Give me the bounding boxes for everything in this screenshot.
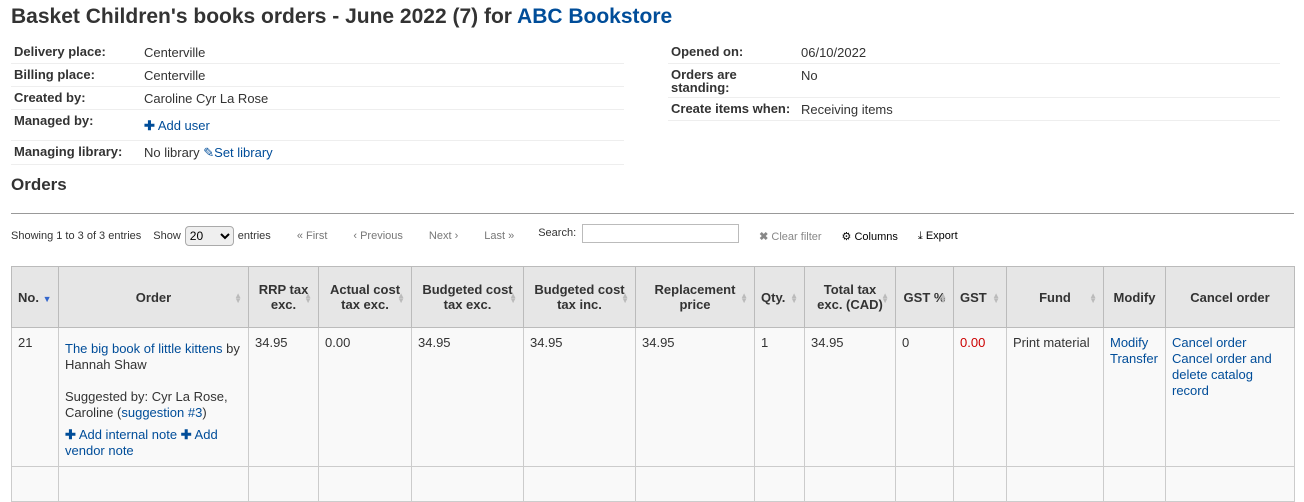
- next-page-button[interactable]: Next ›: [429, 230, 458, 242]
- col-no[interactable]: No. ▼: [11, 266, 59, 328]
- search-input[interactable]: [582, 223, 740, 243]
- show-label: Show: [153, 230, 181, 242]
- title-link[interactable]: The big book of little kittens: [65, 341, 223, 356]
- col-rrp[interactable]: RRP tax exc. ▲ ▼: [248, 266, 319, 328]
- download-icon: ⤓: [917, 229, 923, 242]
- gst-percent: 0: [895, 327, 954, 467]
- sort-icon: ▲ ▼: [509, 291, 517, 305]
- columns-button[interactable]: ⚙ Columns: [842, 230, 898, 243]
- col-replacement[interactable]: Replacement price ▲ ▼: [635, 266, 755, 328]
- sort-icon: ▲ ▼: [939, 291, 947, 305]
- last-page-button[interactable]: Last »: [484, 230, 514, 242]
- sort-icon: ▲ ▼: [740, 291, 748, 305]
- orders-heading: Orders: [11, 175, 67, 194]
- modify-cell: Modify Transfer: [1103, 327, 1166, 467]
- page-length-select[interactable]: 20: [184, 226, 234, 246]
- label: Opened on:: [668, 41, 798, 64]
- gst: 0.00: [953, 327, 1007, 467]
- quantity: 1: [754, 327, 805, 467]
- search-label: Search:: [538, 227, 577, 239]
- plus-icon: ✚: [65, 427, 76, 442]
- rrp: 34.95: [248, 327, 319, 467]
- managing-library: No library: [144, 145, 200, 160]
- modify-link[interactable]: Modify: [1110, 335, 1148, 350]
- order-no: 21: [11, 327, 59, 467]
- add-internal-note-link[interactable]: ✚ Add internal note: [65, 427, 177, 442]
- sort-icon: ▲ ▼: [304, 291, 312, 305]
- create-items-when: Receiving items: [798, 97, 1280, 121]
- label: Billing place:: [11, 63, 141, 87]
- pencil-icon: ✎: [203, 145, 215, 160]
- cancel-order-link[interactable]: Cancel order: [1172, 335, 1246, 350]
- sort-icon: ▲ ▼: [881, 291, 889, 305]
- vendor-link[interactable]: ABC Bookstore: [517, 5, 672, 28]
- budgeted-exc: 34.95: [411, 327, 524, 467]
- sort-icon: ▲ ▼: [397, 291, 405, 305]
- table-row: [11, 466, 1295, 502]
- gear-icon: ⚙: [841, 230, 852, 243]
- basket-info-right: Opened on: 06/10/2022 Orders are standing…: [668, 41, 1280, 121]
- col-qty[interactable]: Qty. ▲ ▼: [754, 266, 805, 328]
- first-page-button[interactable]: « First: [297, 230, 328, 242]
- col-gst-pct[interactable]: GST % ▲ ▼: [895, 266, 954, 328]
- add-user-link[interactable]: ✚ Add user: [144, 118, 210, 133]
- sort-icon: ▲ ▼: [621, 291, 629, 305]
- label: Managing library:: [11, 140, 141, 165]
- col-actual-cost[interactable]: Actual cost tax exc. ▲ ▼: [318, 266, 412, 328]
- sort-icon: ▲ ▼: [1089, 291, 1097, 305]
- col-budgeted-exc[interactable]: Budgeted cost tax exc. ▲ ▼: [411, 266, 524, 328]
- label: Delivery place:: [11, 41, 141, 64]
- order-cell: The big book of little kittens by Hannah…: [58, 327, 249, 467]
- col-total[interactable]: Total tax exc. (CAD) ▲ ▼: [804, 266, 896, 328]
- basket-info-left: Delivery place: Centerville Billing place…: [11, 41, 624, 165]
- sort-icon: ▲ ▼: [234, 291, 242, 305]
- opened-on: 06/10/2022: [798, 41, 1280, 64]
- col-order[interactable]: Order ▲ ▼: [58, 266, 249, 328]
- cancel-cell: Cancel order Cancel order and delete cata…: [1165, 327, 1295, 467]
- suggestion-link[interactable]: suggestion #3: [121, 405, 202, 420]
- x-icon: ✖: [759, 230, 769, 243]
- created-by: Caroline Cyr La Rose: [141, 86, 624, 110]
- export-button[interactable]: ⤓ Export: [918, 230, 958, 243]
- plus-icon: ✚: [144, 118, 155, 133]
- table-row: 21 The big book of little kittens by Han…: [11, 327, 1295, 467]
- entries-label: entries: [237, 230, 271, 242]
- replacement-price: 34.95: [635, 327, 755, 467]
- set-library-link[interactable]: ✎Set library: [203, 145, 272, 160]
- label: Managed by:: [11, 109, 141, 141]
- table-toolbar: Showing 1 to 3 of 3 entries Show 20 entr…: [11, 223, 958, 246]
- billing-place: Centerville: [141, 63, 624, 87]
- col-cancel: Cancel order: [1165, 266, 1295, 328]
- sort-icon: ▲ ▼: [992, 291, 1000, 305]
- fund: Print material: [1006, 327, 1104, 467]
- divider: [11, 213, 1294, 214]
- clear-filter-button[interactable]: ✖ Clear filter: [759, 230, 821, 243]
- plus-icon: ✚: [180, 427, 192, 442]
- col-modify: Modify: [1103, 266, 1166, 328]
- header-row: No. ▼ Order ▲ ▼ RRP tax exc. ▲ ▼ Actual cost…: [11, 266, 1295, 328]
- label: Orders are standing:: [668, 63, 798, 98]
- label: Created by:: [11, 86, 141, 110]
- total: 34.95: [804, 327, 896, 467]
- orders-table: No. ▼ Order ▲ ▼ RRP tax exc. ▲ ▼ Actual cost…: [11, 266, 1295, 502]
- entries-info: Showing 1 to 3 of 3 entries: [11, 230, 142, 242]
- col-fund[interactable]: Fund ▲ ▼: [1006, 266, 1104, 328]
- budgeted-inc: 34.95: [523, 327, 636, 467]
- standing: No: [798, 63, 1280, 98]
- previous-page-button[interactable]: ‹ Previous: [353, 230, 403, 242]
- sort-desc-icon: ▼: [42, 293, 52, 304]
- page-title: Basket Children's books orders - June 20…: [11, 5, 673, 28]
- transfer-link[interactable]: Transfer: [1110, 351, 1158, 366]
- sort-icon: ▲ ▼: [790, 291, 798, 305]
- col-budgeted-inc[interactable]: Budgeted cost tax inc. ▲ ▼: [523, 266, 636, 328]
- actual-cost: 0.00: [318, 327, 412, 467]
- col-gst[interactable]: GST ▲ ▼: [953, 266, 1007, 328]
- delivery-place: Centerville: [141, 41, 624, 64]
- label: Create items when:: [668, 97, 798, 121]
- cancel-delete-link[interactable]: Cancel order and delete catalog record: [1172, 351, 1272, 398]
